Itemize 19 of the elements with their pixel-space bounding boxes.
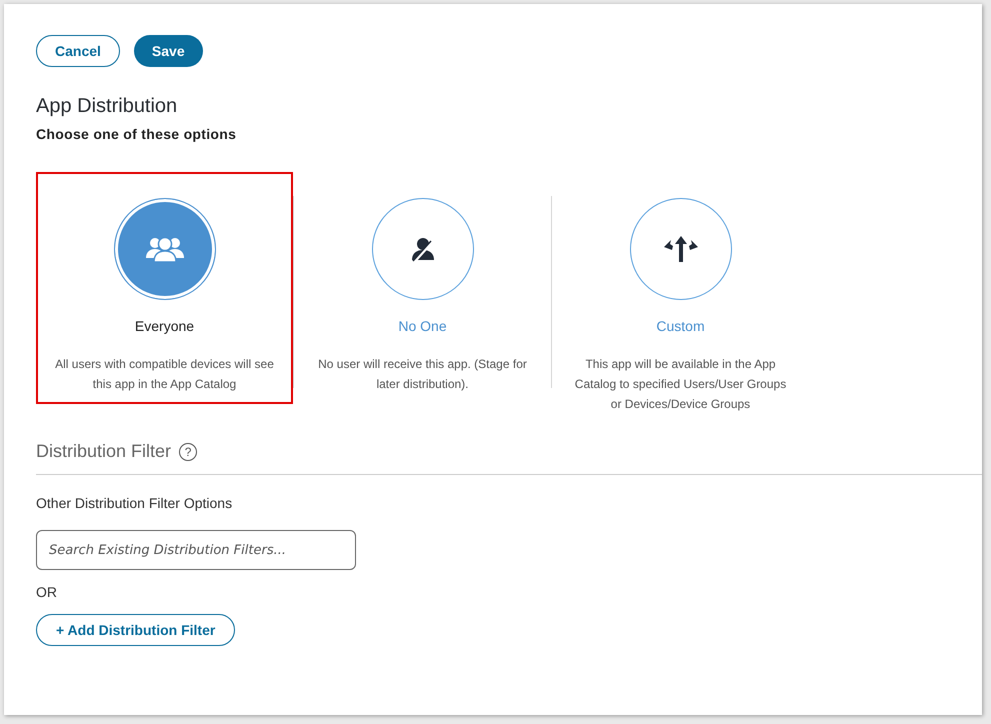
filter-subtitle: Other Distribution Filter Options xyxy=(36,494,234,513)
cancel-button[interactable]: Cancel xyxy=(36,35,120,67)
option-label: No One xyxy=(398,317,447,336)
or-label: OR xyxy=(36,583,58,602)
filter-title: Distribution Filter xyxy=(36,440,172,463)
option-description: No user will receive this app. (Stage for later distribution). xyxy=(317,356,528,393)
option-card[interactable]: Custom This app will be available in the App Catalog to specified Users/User Groups or Devices/Device Groups xyxy=(552,172,809,424)
section-title: App Distribution xyxy=(36,94,178,118)
option-card[interactable]: Everyone All users with compatible devices will see this app in the App Catalog xyxy=(36,172,293,404)
option-description: This app will be available in the App Catalog to specified Users/User Groups or Devices/Device Groups xyxy=(574,356,788,413)
option-card[interactable]: No One No user will receive this app. (Stage for later distribution). xyxy=(294,172,551,404)
search-field[interactable]: Search Existing Distribution Filters... xyxy=(36,530,356,570)
option-label: Everyone xyxy=(134,317,194,336)
save-button[interactable]: Save xyxy=(134,35,203,67)
help-icon[interactable]: ? xyxy=(179,442,198,460)
option-label: Custom xyxy=(656,317,705,336)
add-filter-button[interactable]: + Add Distribution Filter xyxy=(36,614,236,646)
option-description: All users with compatible devices will see this app in the App Catalog xyxy=(54,356,275,393)
section-subtitle: Choose one of these options xyxy=(36,125,238,144)
